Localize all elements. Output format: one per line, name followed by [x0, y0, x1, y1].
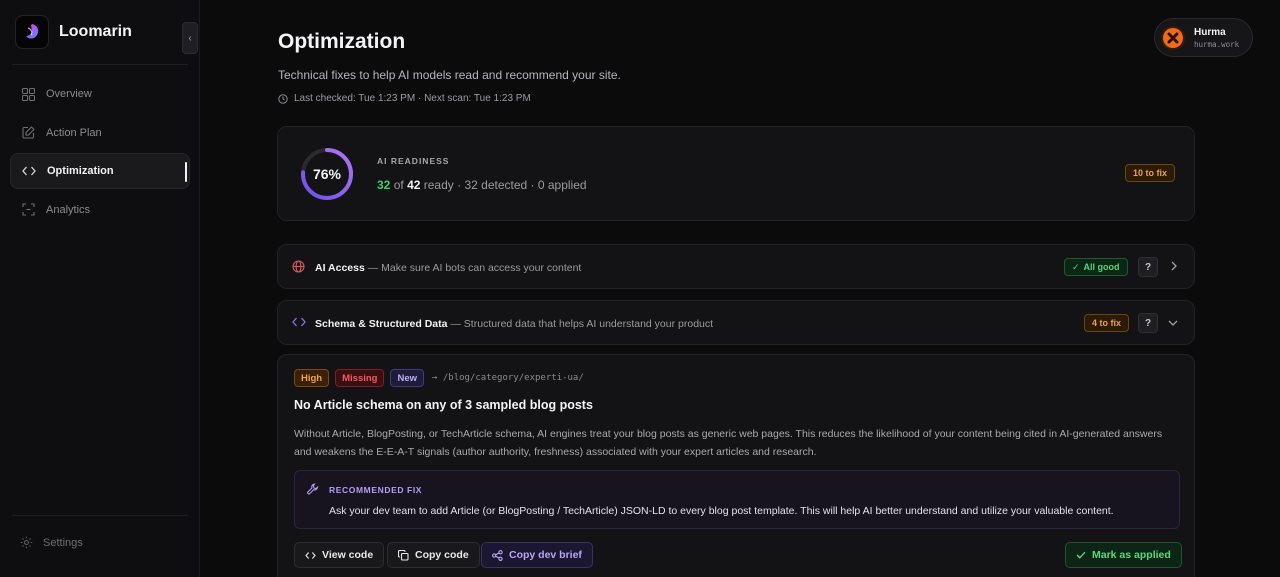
user-menu[interactable]: Hurma hurma.work: [1154, 18, 1253, 57]
status-tag: Missing: [335, 369, 385, 387]
copy-icon: [398, 549, 409, 561]
button-label: View code: [322, 549, 374, 561]
code-icon: [305, 551, 316, 560]
user-domain: hurma.work: [1194, 39, 1240, 49]
status-badge-label: All good: [1083, 262, 1120, 272]
sidebar: Loomarin ‹ Overview Action Plan Optimiza…: [0, 0, 200, 577]
copy-dev-brief-button[interactable]: Copy dev brief: [481, 542, 593, 568]
grid-icon: [20, 86, 36, 102]
sidebar-item-label: Optimization: [47, 165, 114, 177]
priority-tag: High: [294, 369, 330, 387]
readiness-title: AI READINESS: [377, 156, 450, 166]
ai-readiness-card: 76% AI READINESS 32 of 42 ready · 32 det…: [277, 126, 1195, 221]
button-label: Mark as applied: [1092, 549, 1171, 561]
gear-icon: [20, 536, 33, 549]
settings-label: Settings: [43, 536, 83, 549]
section-title: Schema & Structured Data: [315, 318, 448, 330]
button-label: Copy dev brief: [509, 549, 582, 561]
page-subtitle: Technical fixes to help AI models read a…: [278, 68, 621, 82]
user-name: Hurma: [1194, 26, 1226, 38]
copy-code-button[interactable]: Copy code: [387, 542, 480, 568]
sidebar-item-optimization[interactable]: Optimization: [10, 153, 190, 189]
fix-text: Ask your dev team to add Article (or Blo…: [329, 505, 1114, 517]
sidebar-item-label: Action Plan: [46, 126, 102, 139]
section-text: AI Access — Make sure AI bots can access…: [315, 262, 581, 274]
fix-title: RECOMMENDED FIX: [329, 485, 423, 495]
user-avatar-icon: [1161, 25, 1185, 50]
new-tag: New: [390, 369, 425, 387]
readiness-details: · 32 detected · 0 applied: [457, 178, 587, 192]
sidebar-item-analytics[interactable]: Analytics: [10, 192, 190, 228]
section-description: — Make sure AI bots can access your cont…: [367, 262, 582, 274]
sidebar-item-label: Analytics: [46, 203, 91, 216]
sidebar-nav: Overview Action Plan Optimization Analyt…: [10, 76, 190, 230]
collapse-sidebar-button[interactable]: ‹: [182, 22, 198, 54]
check-icon: ✓: [1072, 261, 1080, 272]
page-title: Optimization: [278, 30, 406, 53]
sidebar-item-action-plan[interactable]: Action Plan: [10, 115, 190, 151]
sidebar-item-overview[interactable]: Overview: [10, 76, 190, 112]
last-checked-text: Last checked: Tue 1:23 PM · Next scan: T…: [294, 93, 531, 104]
wrench-icon: [307, 483, 319, 495]
section-ai-access[interactable]: AI Access — Make sure AI bots can access…: [277, 244, 1195, 289]
brand[interactable]: Loomarin: [15, 15, 132, 49]
analytics-icon: [20, 202, 36, 218]
recommended-fix: RECOMMENDED FIX Ask your dev team to add…: [294, 470, 1180, 529]
ready-count: 32: [377, 178, 391, 192]
sidebar-divider: [12, 64, 188, 65]
sidebar-item-settings[interactable]: Settings: [20, 536, 83, 549]
mark-as-applied-button[interactable]: Mark as applied: [1065, 542, 1182, 568]
share-icon: [492, 549, 503, 561]
sidebar-divider: [12, 515, 188, 516]
code-icon: [21, 163, 37, 179]
brand-logo-icon: [15, 15, 49, 49]
issue-title: No Article schema on any of 3 sampled bl…: [294, 398, 593, 412]
readiness-summary: 32 of 42 ready · 32 detected · 0 applied: [377, 178, 587, 192]
help-button[interactable]: ?: [1138, 313, 1158, 333]
issue-card: High Missing New → /blog/category/expert…: [277, 354, 1195, 577]
readiness-percent: 76%: [312, 166, 342, 182]
sidebar-item-label: Overview: [46, 88, 92, 100]
brand-name: Loomarin: [59, 23, 132, 40]
section-description: — Structured data that helps AI understa…: [450, 318, 714, 330]
section-title: AI Access: [315, 262, 365, 274]
section-schema[interactable]: Schema & Structured Data — Structured da…: [277, 300, 1195, 345]
chevron-down-icon[interactable]: [1168, 319, 1178, 327]
of-text: of: [393, 178, 404, 192]
code-icon: [292, 316, 306, 328]
issue-tags: High Missing New → /blog/category/expert…: [294, 369, 584, 387]
last-checked: Last checked: Tue 1:23 PM · Next scan: T…: [278, 93, 531, 104]
check-icon: [1076, 551, 1086, 559]
view-code-button[interactable]: View code: [294, 542, 385, 568]
ready-text: ready: [423, 178, 454, 192]
section-text: Schema & Structured Data — Structured da…: [315, 318, 713, 330]
globe-icon: [292, 260, 305, 273]
issue-path[interactable]: → /blog/category/experti-ua/: [432, 373, 584, 383]
help-button[interactable]: ?: [1138, 257, 1158, 277]
issue-description: Without Article, BlogPosting, or TechArt…: [294, 428, 1163, 458]
status-badge: ✓ All good: [1064, 258, 1128, 276]
status-badge: 4 to fix: [1084, 314, 1130, 332]
edit-icon: [20, 125, 36, 141]
clock-icon: [278, 93, 288, 104]
total-count: 42: [407, 178, 421, 192]
to-fix-badge: 10 to fix: [1125, 164, 1176, 182]
button-label: Copy code: [415, 549, 469, 561]
chevron-right-icon[interactable]: [1170, 261, 1178, 271]
